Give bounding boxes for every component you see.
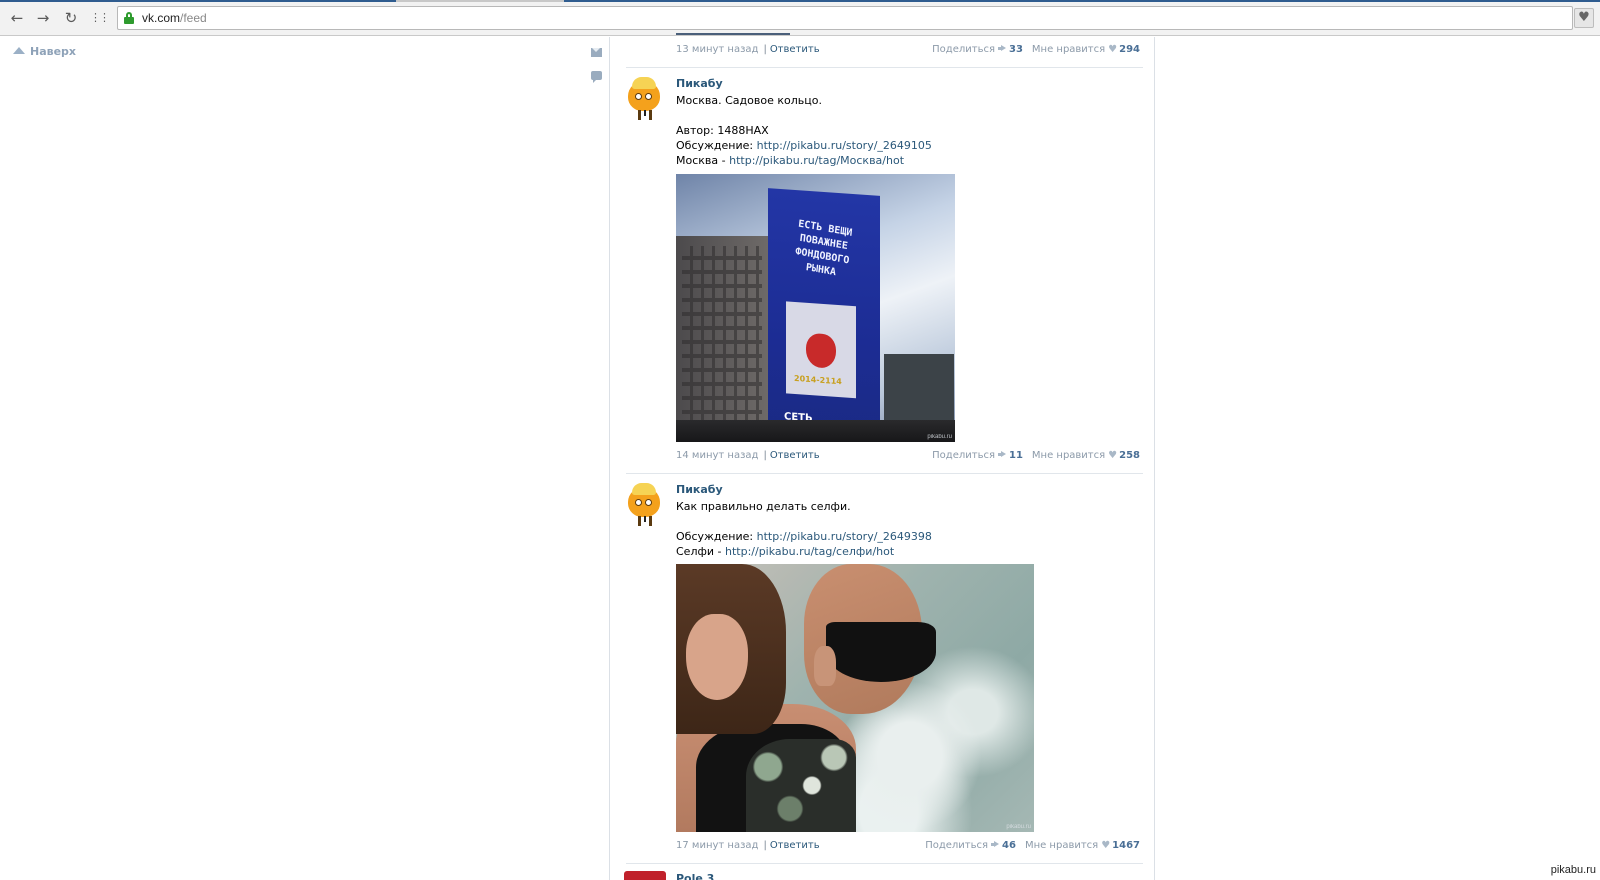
tag-label: Селфи -	[676, 545, 725, 558]
tag-label: Москва -	[676, 154, 730, 167]
arrow-up-icon	[13, 47, 25, 54]
mail-icon[interactable]	[591, 48, 602, 57]
discussion-label: Обсуждение:	[676, 530, 757, 543]
post-footer: 13 минут назад | Ответить Поделиться 33 Мне …	[676, 44, 1140, 55]
megaphone-icon	[997, 45, 1007, 52]
photo-watermark: pikabu.ru	[927, 434, 952, 440]
share-count: 11	[1008, 450, 1023, 461]
site-watermark: pikabu.ru	[1550, 864, 1596, 876]
reply-link[interactable]: Ответить	[770, 44, 820, 55]
to-top-label: Наверх	[30, 45, 77, 58]
coat-of-arms-icon	[806, 332, 836, 369]
feed-post: Пикабу Как правильно делать селфи. Обсуж…	[624, 483, 1140, 563]
author-avatar[interactable]	[624, 483, 666, 527]
address-bar[interactable]: vk.com/feed	[117, 6, 1573, 30]
post-footer: 17 минут назад | Ответить Поделиться 46 Мне …	[676, 840, 1140, 851]
scroll-to-top-button[interactable]: Наверх	[13, 45, 76, 58]
heart-icon: ♥	[1108, 44, 1118, 55]
post-text-line: Москва. Садовое кольцо.	[676, 94, 822, 107]
post-text-line: Автор: 1488HAX	[676, 124, 769, 137]
post-text: Москва. Садовое кольцо. Автор: 1488HAX О…	[676, 93, 1136, 168]
heart-icon: ♥	[1108, 450, 1118, 461]
post-text: Как правильно делать селфи. Обсуждение: …	[676, 499, 1136, 559]
reload-icon[interactable]: ↻	[61, 8, 81, 28]
photo-watermark: pikabu.ru	[1006, 824, 1031, 830]
like-count: 294	[1119, 44, 1140, 55]
author-avatar[interactable]	[624, 77, 666, 121]
share-button[interactable]: Поделиться	[932, 450, 995, 461]
discussion-label: Обсуждение:	[676, 139, 757, 152]
author-name[interactable]: Pole 3	[676, 872, 714, 880]
post-time[interactable]: 13 минут назад	[676, 44, 758, 55]
like-count: 1467	[1112, 840, 1140, 851]
share-button[interactable]: Поделиться	[925, 840, 988, 851]
like-button[interactable]: Мне нравится	[1025, 840, 1098, 851]
lock-icon	[124, 12, 134, 24]
post-time[interactable]: 14 минут назад	[676, 450, 758, 461]
like-button[interactable]: Мне нравится	[1032, 450, 1105, 461]
tab-indicator	[564, 0, 1600, 2]
tag-link[interactable]: http://pikabu.ru/tag/Москва/hot	[729, 154, 904, 167]
author-avatar[interactable]	[624, 871, 666, 880]
like-button[interactable]: Мне нравится	[1032, 44, 1105, 55]
share-button[interactable]: Поделиться	[932, 44, 995, 55]
post-divider	[626, 473, 1143, 474]
post-photo[interactable]: pikabu.ru	[676, 564, 1034, 832]
tab-indicator	[0, 0, 396, 2]
post-time[interactable]: 17 минут назад	[676, 840, 758, 851]
tab-strip-edge	[0, 0, 1600, 2]
post-footer: 14 минут назад | Ответить Поделиться 11 Мне …	[676, 450, 1140, 461]
url-host: vk.com	[142, 11, 181, 25]
mural-years: 2014-2114	[794, 373, 842, 387]
post-text-line	[676, 108, 1136, 123]
mural-text: ЕСТЬ ВЕЩИ ПОВАЖНЕЕ ФОНДОВОГО РЫНКА	[794, 218, 853, 279]
discussion-link[interactable]: http://pikabu.ru/story/_2649398	[757, 530, 932, 543]
discussion-link[interactable]: http://pikabu.ru/story/_2649105	[757, 139, 932, 152]
post-divider	[626, 863, 1143, 864]
url-path: /feed	[180, 11, 207, 25]
post-text-line	[676, 514, 1136, 529]
previous-post-image-edge	[676, 33, 790, 35]
reply-link[interactable]: Ответить	[770, 450, 820, 461]
megaphone-icon	[997, 451, 1007, 458]
post-photo[interactable]: ЕСТЬ ВЕЩИ ПОВАЖНЕЕ ФОНДОВОГО РЫНКА 2014-…	[676, 174, 955, 442]
browser-toolbar: ← → ↻ ⋮⋮ vk.com/feed ♥	[0, 0, 1600, 36]
comment-icon[interactable]	[591, 71, 602, 83]
megaphone-icon	[991, 841, 1000, 848]
author-name[interactable]: Пикабу	[676, 77, 723, 90]
forward-icon[interactable]: →	[33, 8, 53, 28]
heart-icon: ♥	[1101, 840, 1111, 851]
back-icon[interactable]: ←	[7, 8, 27, 28]
tag-link[interactable]: http://pikabu.ru/tag/селфи/hot	[725, 545, 894, 558]
author-name[interactable]: Пикабу	[676, 483, 723, 496]
like-count: 258	[1119, 450, 1140, 461]
post-divider	[626, 67, 1143, 68]
share-count: 46	[1002, 840, 1016, 851]
share-count: 33	[1008, 44, 1023, 55]
reply-link[interactable]: Ответить	[770, 840, 820, 851]
apps-icon[interactable]: ⋮⋮	[89, 8, 110, 28]
bookmark-heart-icon[interactable]: ♥	[1574, 8, 1594, 28]
post-text-line: Как правильно делать селфи.	[676, 500, 851, 513]
url-text: vk.com/feed	[142, 11, 207, 25]
